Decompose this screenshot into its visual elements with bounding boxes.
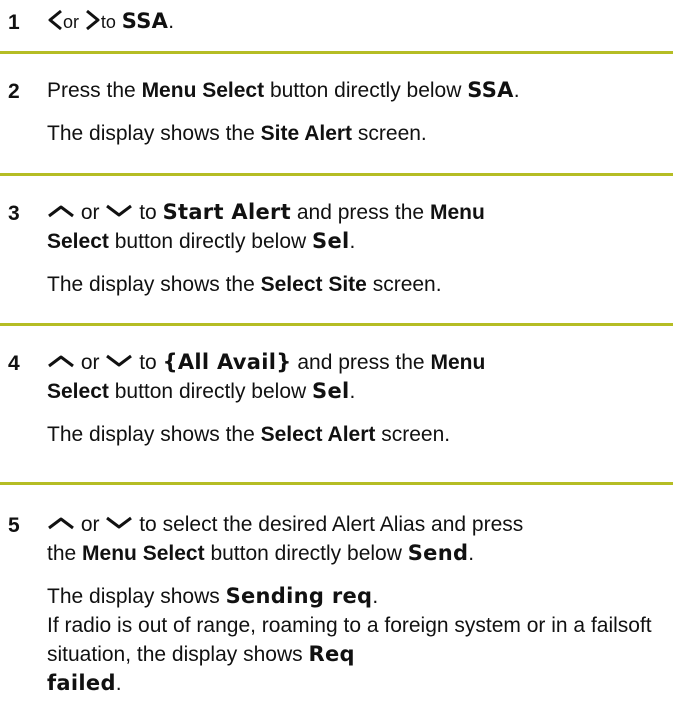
display-text: {All Avail}	[162, 350, 292, 374]
screen-name: Select Site	[260, 273, 367, 296]
right-arrow-icon	[85, 10, 100, 31]
button-name: Menu	[429, 201, 485, 224]
step-text: or to select the desired Alert Alias and…	[47, 513, 652, 695]
down-arrow-icon	[106, 517, 133, 529]
screen-name: Select Alert	[260, 423, 376, 446]
step-number: 4	[8, 352, 20, 375]
step-text: or to {All Avail} and press the Menu Sel…	[47, 350, 486, 446]
step-text: or to SSA.	[47, 7, 659, 37]
display-text: Send	[407, 541, 469, 565]
display-text: Sending req	[225, 584, 373, 608]
step-number: 5	[8, 514, 20, 537]
divider	[0, 482, 673, 485]
button-name: Menu	[430, 351, 486, 374]
display-text: Sel	[312, 379, 350, 403]
divider	[0, 173, 673, 176]
down-arrow-icon	[106, 205, 133, 217]
up-arrow-icon	[48, 517, 74, 530]
step-number: 3	[8, 202, 20, 225]
display-text: Req	[308, 642, 355, 666]
down-arrow-icon	[106, 355, 133, 367]
step-number: 1	[8, 11, 20, 34]
display-text: failed	[47, 671, 116, 695]
up-arrow-icon	[48, 205, 74, 218]
display-text: SSA	[121, 9, 169, 33]
left-arrow-icon	[48, 10, 62, 31]
display-text: Sel	[312, 229, 350, 253]
up-arrow-icon	[48, 355, 74, 368]
screen-name: Site Alert	[260, 122, 353, 145]
button-name: Menu Select	[141, 79, 265, 102]
display-text: SSA	[467, 78, 514, 102]
step-text: or to Start Alert and press the Menu Sel…	[47, 200, 485, 296]
button-name: Select	[47, 230, 109, 253]
step-text: Press the Menu Select button directly be…	[47, 78, 520, 145]
step-number: 2	[8, 80, 20, 103]
divider	[0, 51, 673, 54]
button-name: Select	[47, 380, 109, 403]
display-text: Start Alert	[162, 200, 292, 224]
divider	[0, 323, 673, 326]
button-name: Menu Select	[82, 542, 205, 565]
